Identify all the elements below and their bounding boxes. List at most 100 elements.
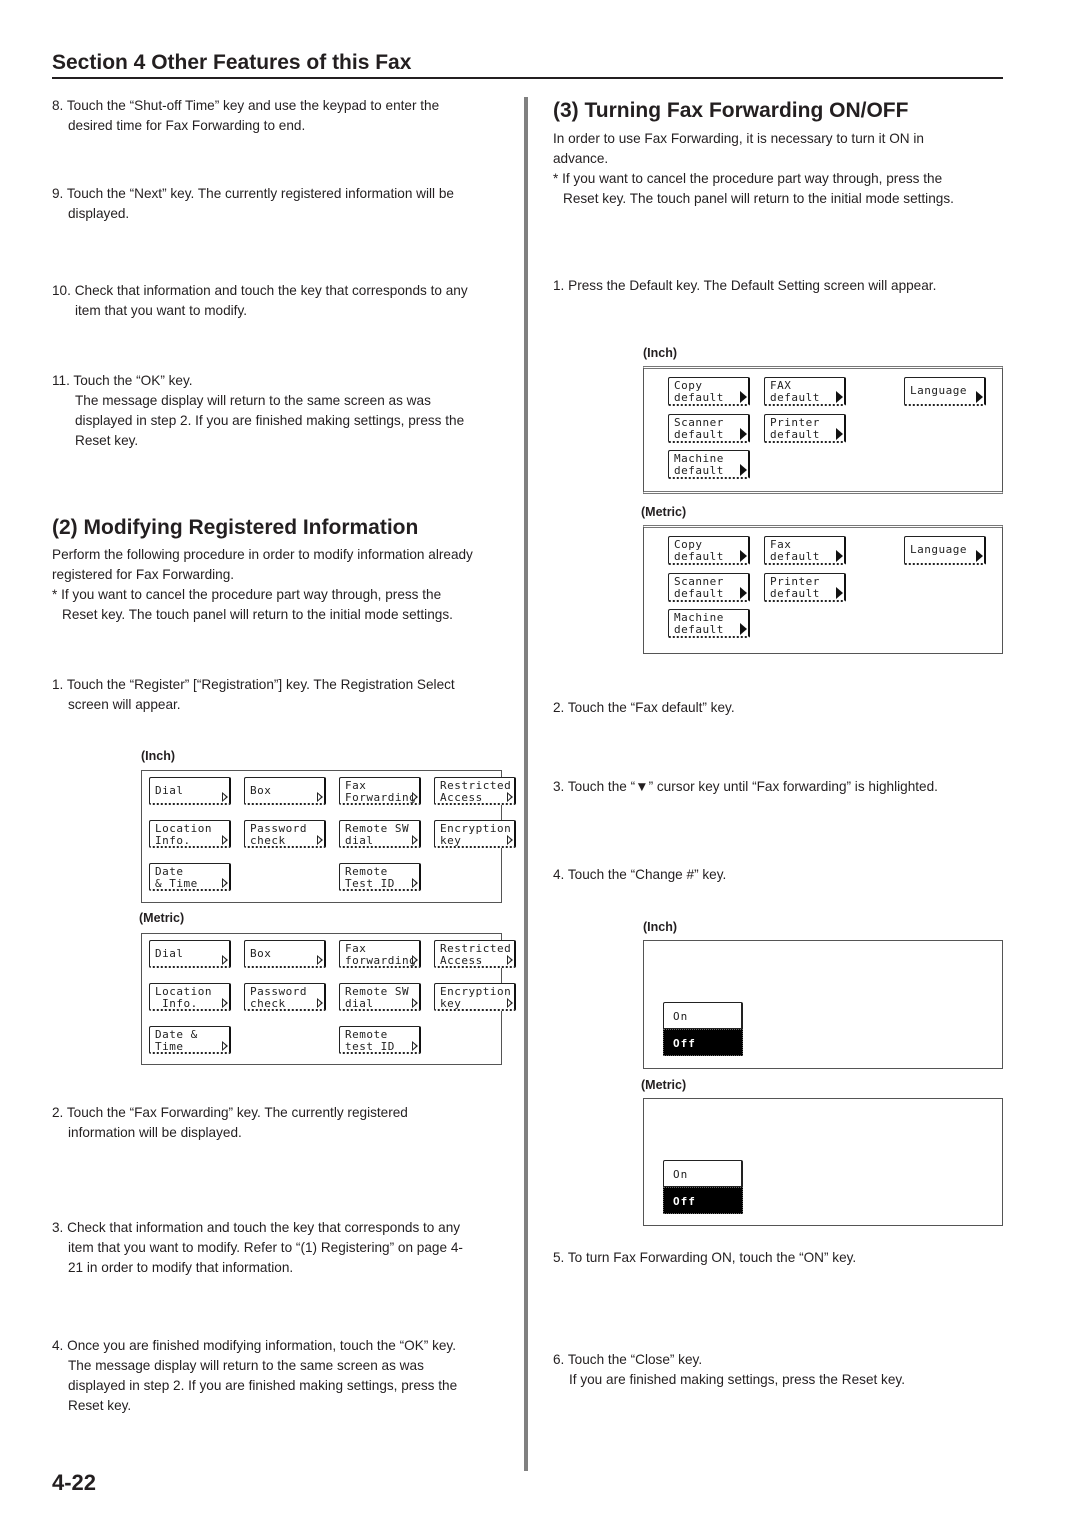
key-label: Dial — [155, 947, 184, 960]
dial-key[interactable]: Dial — [149, 777, 231, 805]
machine-default-key[interactable]: Machine default — [668, 450, 750, 479]
fax-forwarding-toggle-panel-metric: On Off — [643, 1098, 1003, 1226]
arrow-right-icon — [507, 998, 513, 1008]
key-label: Password check — [250, 985, 307, 1010]
arrow-right-icon — [412, 792, 418, 802]
on-key[interactable]: On — [663, 1160, 743, 1187]
default-metric-caption: (Metric) — [641, 505, 687, 519]
key-label: Scanner default — [674, 575, 724, 600]
key-label: Dial — [155, 784, 184, 797]
key-label: Printer default — [770, 416, 820, 441]
metric-caption: (Metric) — [139, 911, 185, 925]
machine-default-key[interactable]: Machine default — [668, 609, 750, 638]
language-key[interactable]: Language — [904, 536, 986, 565]
date-time-key[interactable]: Date & Time — [149, 863, 231, 891]
section-2-intro: Perform the following procedure in order… — [52, 547, 473, 582]
arrow-right-icon — [222, 878, 228, 888]
key-label: Copy default — [674, 538, 724, 563]
printer-default-key[interactable]: Printer default — [764, 414, 846, 443]
toggle-inch-caption: (Inch) — [643, 920, 678, 934]
key-label: Location Info. — [155, 822, 212, 847]
step-11: 11. Touch the “OK” key. The message displ… — [52, 373, 465, 448]
encryption-key-key[interactable]: Encryption key — [434, 820, 516, 848]
arrow-right-icon — [740, 391, 747, 403]
key-label: Remote Test ID — [345, 865, 395, 890]
key-label: Box — [250, 784, 272, 797]
arrow-right-icon — [740, 587, 747, 599]
page-number: 4-22 — [52, 1470, 97, 1495]
key-label: Scanner default — [674, 416, 724, 441]
key-label: Date & Time — [155, 1028, 198, 1053]
scanner-default-key[interactable]: Scanner default — [668, 573, 750, 602]
step-8: 8. Touch the “Shut-off Time” key and use… — [52, 98, 440, 133]
section-3-step-3: 3. Touch the “▼” cursor key until “Fax f… — [553, 779, 938, 794]
key-label: Fax forwarding — [345, 942, 417, 967]
key-label: Box — [250, 947, 272, 960]
key-label: Location Info. — [155, 985, 212, 1010]
section-3-intro: In order to use Fax Forwarding, it is ne… — [553, 131, 924, 166]
remote-sw-dial-key[interactable]: Remote SW dial — [339, 983, 421, 1011]
language-key[interactable]: Language — [904, 377, 986, 406]
location-info-key[interactable]: Location Info. — [149, 820, 231, 848]
restricted-access-key[interactable]: Restricted Access — [434, 777, 516, 805]
arrow-right-icon — [317, 955, 323, 965]
key-label: Language — [910, 384, 967, 397]
off-key-selected[interactable]: Off — [663, 1029, 743, 1056]
section-title: Section 4 Other Features of this Fax — [52, 51, 412, 74]
key-label: Copy default — [674, 379, 724, 404]
arrow-right-icon — [222, 835, 228, 845]
remote-test-id-key[interactable]: Remote test ID — [339, 1026, 421, 1054]
key-label: Restricted Access — [440, 942, 512, 967]
password-check-key[interactable]: Password check — [244, 820, 326, 848]
date-time-key[interactable]: Date & Time — [149, 1026, 231, 1054]
remote-test-id-key[interactable]: Remote Test ID — [339, 863, 421, 891]
arrow-right-icon — [836, 587, 843, 599]
arrow-right-icon — [317, 835, 323, 845]
off-key-selected[interactable]: Off — [663, 1187, 743, 1214]
fax-default-key[interactable]: Fax default — [764, 536, 846, 565]
arrow-right-icon — [507, 955, 513, 965]
arrow-right-icon — [976, 550, 983, 562]
section-2-step-1: 1. Touch the “Register” [“Registration”]… — [52, 677, 455, 712]
arrow-right-icon — [740, 464, 747, 476]
arrow-right-icon — [412, 998, 418, 1008]
section-2-step-4: 4. Once you are finished modifying infor… — [52, 1338, 458, 1413]
arrow-right-icon — [412, 835, 418, 845]
fax-default-key[interactable]: FAX default — [764, 377, 846, 406]
key-label: Date & Time — [155, 865, 198, 890]
key-label: Machine default — [674, 452, 724, 477]
password-check-key[interactable]: Password check — [244, 983, 326, 1011]
copy-default-key[interactable]: Copy default — [668, 377, 750, 406]
section-2-step-3: 3. Check that information and touch the … — [52, 1220, 463, 1275]
encryption-key-key[interactable]: Encryption key — [434, 983, 516, 1011]
arrow-right-icon — [740, 623, 747, 635]
step-9: 9. Touch the “Next” key. The currently r… — [52, 186, 454, 221]
arrow-right-icon — [412, 955, 418, 965]
arrow-right-icon — [740, 428, 747, 440]
key-label: Password check — [250, 822, 307, 847]
box-key[interactable]: Box — [244, 940, 326, 968]
fax-forwarding-key[interactable]: Fax forwarding — [339, 940, 421, 968]
key-label: Restricted Access — [440, 779, 512, 804]
key-label: Fax Forwarding — [345, 779, 417, 804]
on-key[interactable]: On — [663, 1002, 743, 1029]
key-label: Printer default — [770, 575, 820, 600]
key-label: Remote SW dial — [345, 822, 410, 847]
arrow-right-icon — [836, 550, 843, 562]
printer-default-key[interactable]: Printer default — [764, 573, 846, 602]
restricted-access-key[interactable]: Restricted Access — [434, 940, 516, 968]
remote-sw-dial-key[interactable]: Remote SW dial — [339, 820, 421, 848]
copy-default-key[interactable]: Copy default — [668, 536, 750, 565]
dial-key[interactable]: Dial — [149, 940, 231, 968]
fax-forwarding-key[interactable]: Fax Forwarding — [339, 777, 421, 805]
key-label: Fax default — [770, 538, 820, 563]
column-divider — [524, 97, 528, 1471]
section-3-title: (3) Turning Fax Forwarding ON/OFF — [553, 99, 909, 122]
section-3-step-6: 6. Touch the “Close” key. If you are fini… — [553, 1352, 905, 1387]
section-3-step-5: 5. To turn Fax Forwarding ON, touch the … — [553, 1250, 857, 1265]
arrow-right-icon — [412, 1041, 418, 1051]
scanner-default-key[interactable]: Scanner default — [668, 414, 750, 443]
arrow-right-icon — [222, 792, 228, 802]
location-info-key[interactable]: Location Info. — [149, 983, 231, 1011]
box-key[interactable]: Box — [244, 777, 326, 805]
